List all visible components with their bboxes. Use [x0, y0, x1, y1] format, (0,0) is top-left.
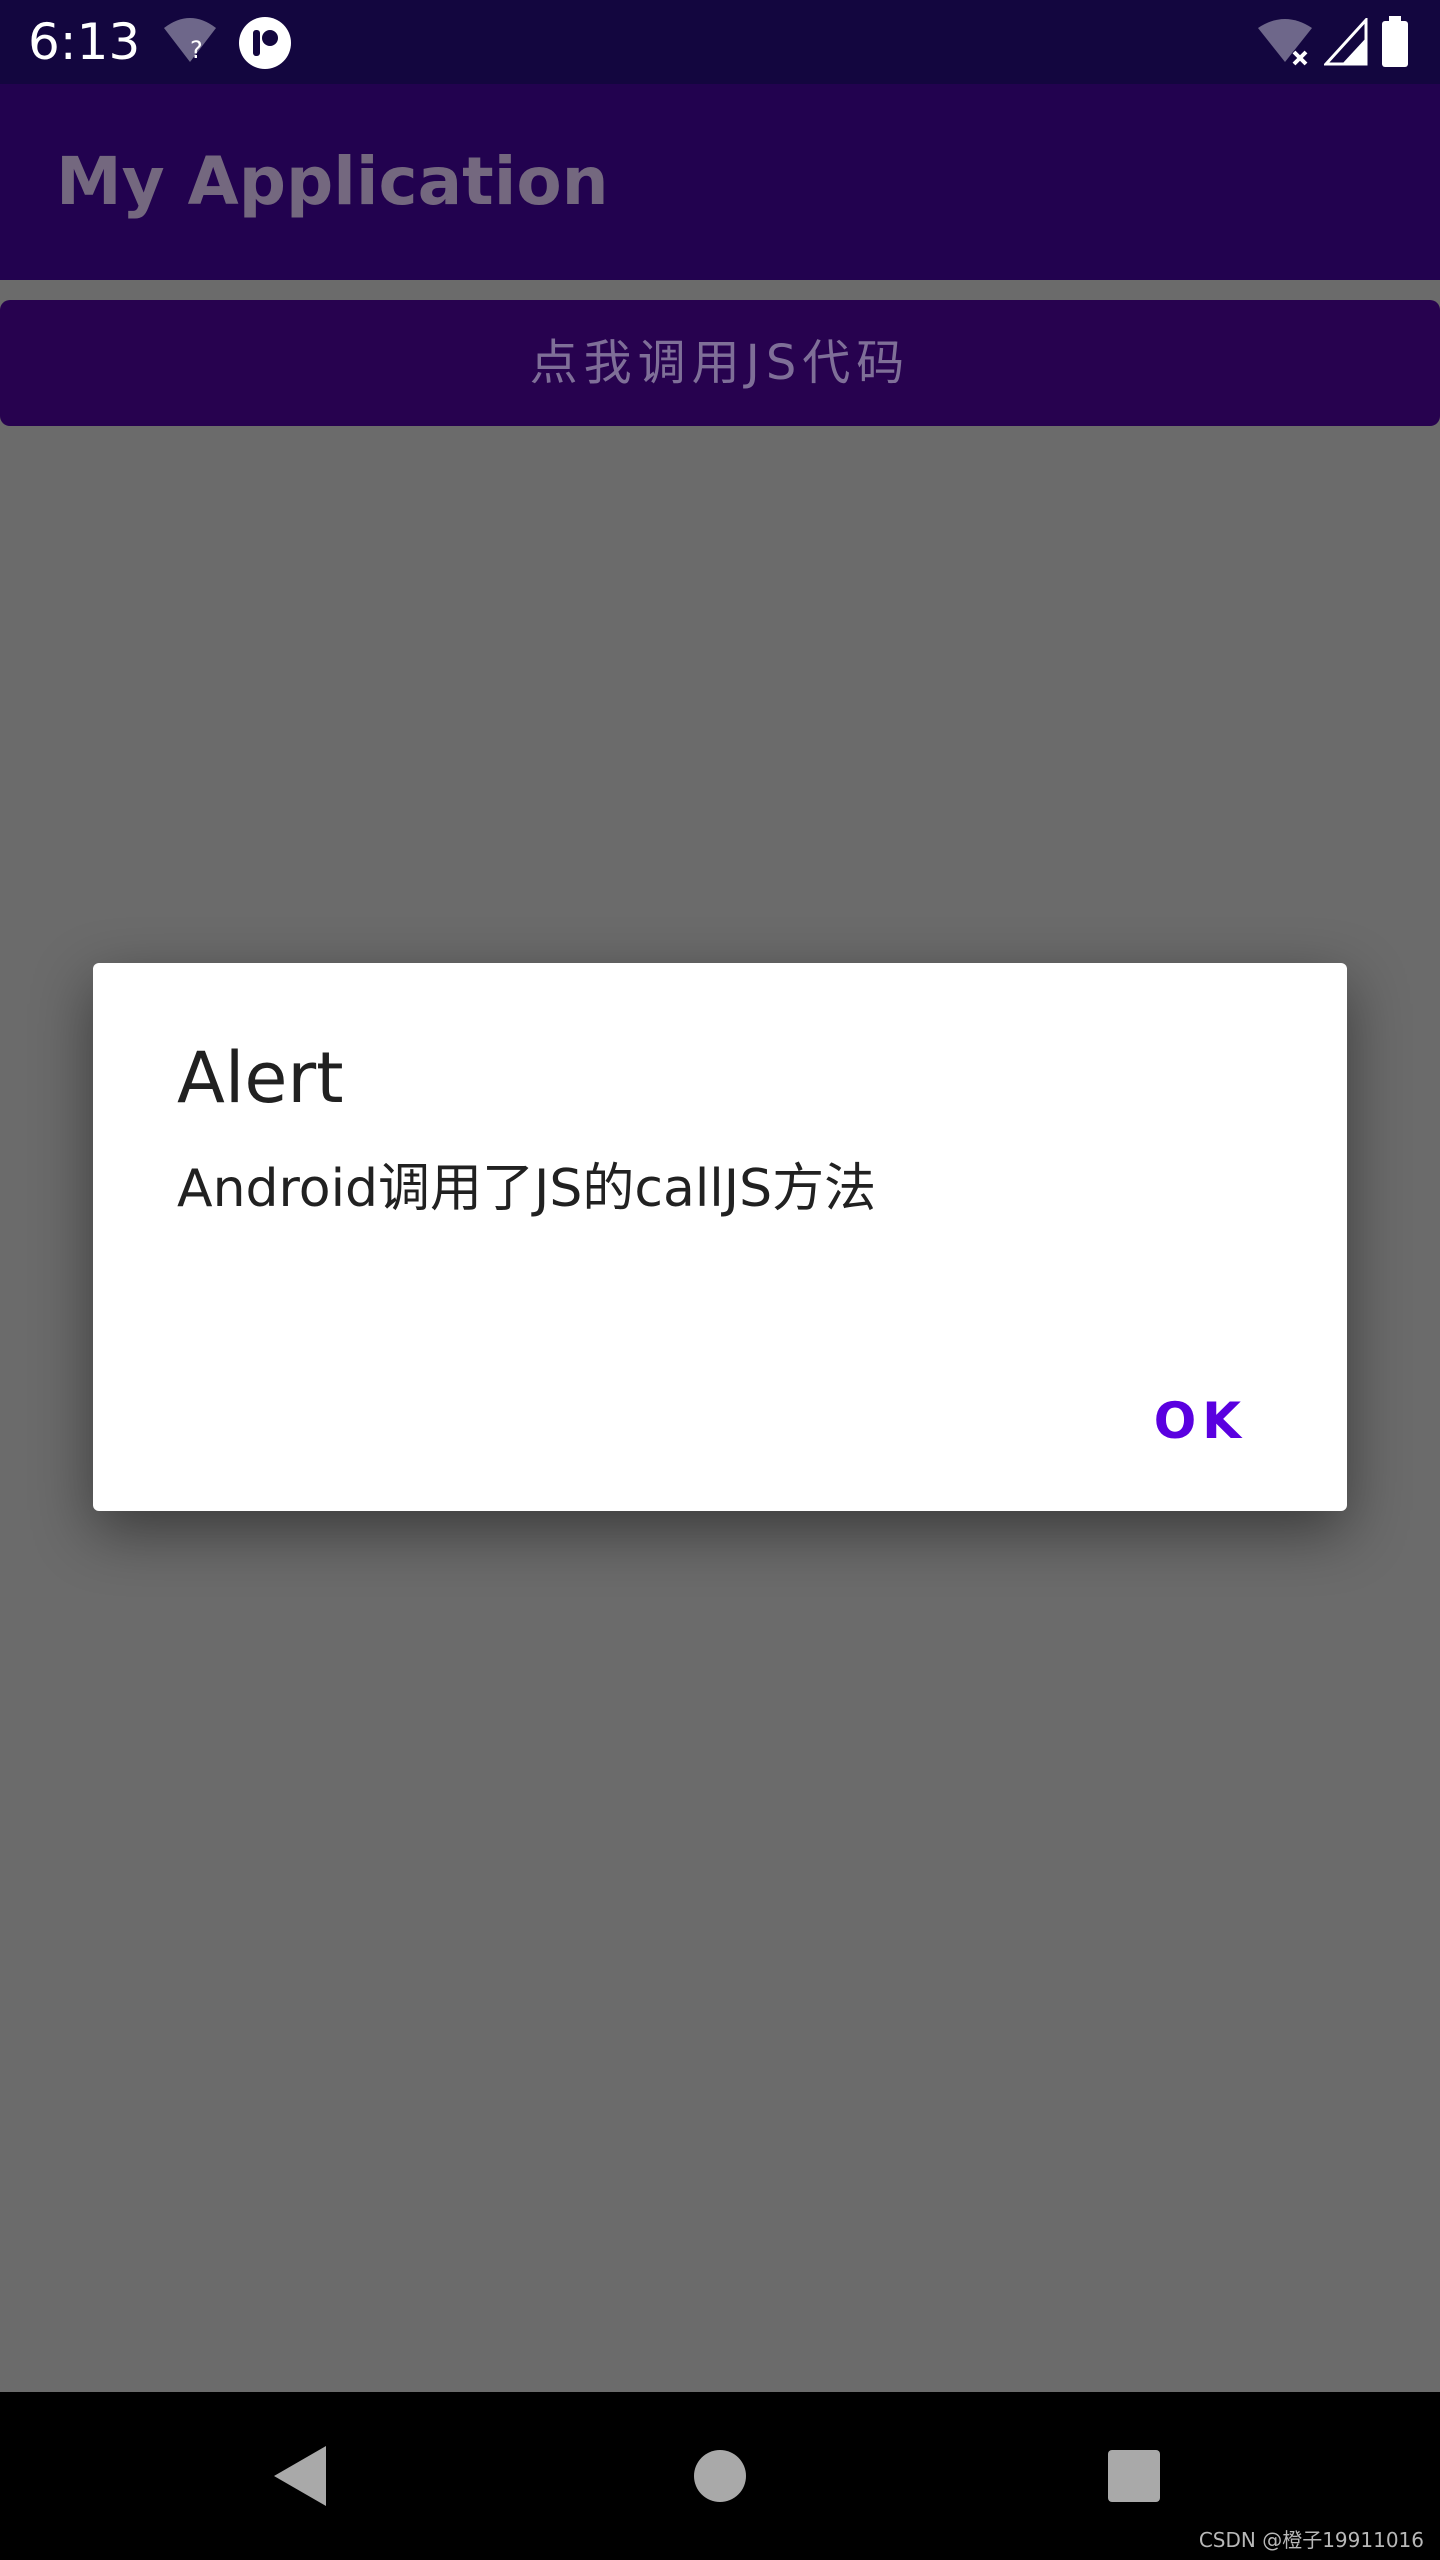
svg-text:?: ? — [190, 36, 203, 64]
status-time: 6:13 — [28, 13, 141, 71]
status-bar: 6:13 ? — [0, 0, 1440, 84]
status-right-icons — [1256, 14, 1416, 70]
dialog-title: Alert — [177, 1037, 344, 1119]
recents-icon[interactable] — [1090, 2432, 1178, 2520]
nav-bar: CSDN @橙子19911016 — [0, 2392, 1440, 2560]
dialog-message: Android调用了JS的callJS方法 — [177, 1159, 877, 1219]
app-title: My Application — [56, 143, 609, 220]
cell-signal-icon — [1322, 16, 1368, 70]
back-icon[interactable] — [256, 2432, 344, 2520]
call-js-button[interactable]: 点我调用JS代码 — [0, 300, 1440, 426]
app-notification-icon — [238, 16, 292, 74]
battery-icon — [1380, 16, 1410, 72]
app-bar: My Application — [0, 84, 1440, 280]
alert-dialog: Alert Android调用了JS的callJS方法 OK — [93, 963, 1347, 1511]
home-icon[interactable] — [676, 2432, 764, 2520]
wifi-off-icon — [1256, 16, 1314, 74]
wifi-question-icon: ? — [160, 14, 220, 74]
watermark: CSDN @橙子19911016 — [1198, 2528, 1424, 2552]
ok-button[interactable]: OK — [1154, 1385, 1247, 1457]
